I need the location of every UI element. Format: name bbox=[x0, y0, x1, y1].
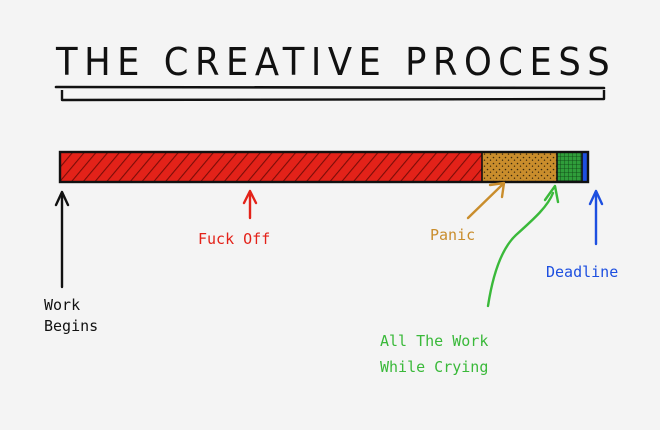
label-all-the-work-line2: While Crying bbox=[380, 358, 489, 376]
segment-panic bbox=[482, 152, 557, 182]
title-underline bbox=[54, 85, 606, 102]
label-panic: Panic bbox=[430, 226, 476, 244]
label-work-begins: Work Begins bbox=[44, 295, 98, 337]
label-work-begins-line1: Work bbox=[44, 296, 81, 314]
arrow-deadline bbox=[588, 189, 604, 246]
label-deadline: Deadline bbox=[546, 263, 619, 281]
timeline-bar bbox=[58, 150, 590, 184]
arrow-panic bbox=[466, 181, 506, 220]
arrow-fuck-off bbox=[242, 189, 258, 220]
label-fuck-off: Fuck Off bbox=[198, 230, 271, 248]
segment-work-crying bbox=[557, 152, 582, 182]
arrow-all-the-work bbox=[486, 184, 560, 308]
label-work-begins-line2: Begins bbox=[44, 317, 99, 335]
arrow-work-begins bbox=[54, 190, 70, 289]
segment-fuck-off bbox=[60, 152, 482, 182]
label-all-the-work-line1: All The Work bbox=[380, 332, 489, 350]
label-all-the-work: All The Work While Crying bbox=[380, 328, 488, 380]
page-title: THE CREATIVE PROCESS bbox=[56, 40, 617, 84]
